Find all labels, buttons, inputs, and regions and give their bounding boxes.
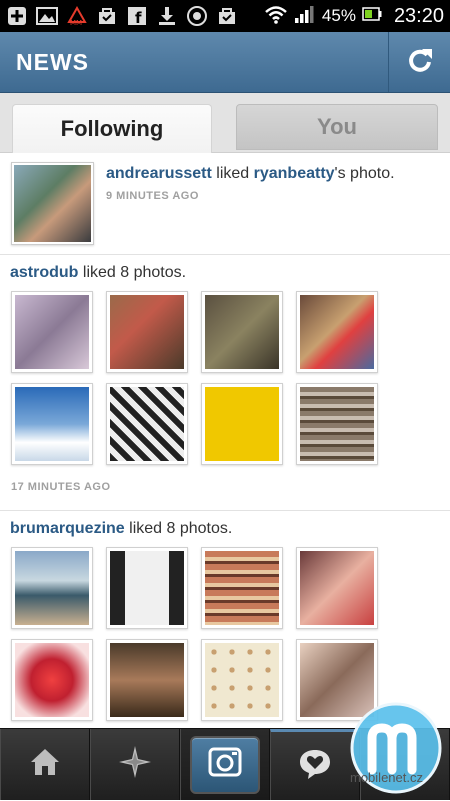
photo-thumbnail[interactable]	[11, 547, 93, 629]
timestamp: 9 MINUTES AGO	[106, 190, 199, 202]
feed-item: andrearussett liked ryanbeatty's photo. …	[0, 153, 450, 255]
explore-star-icon	[117, 744, 153, 785]
photo-thumbnail[interactable]	[106, 547, 188, 629]
add-notification-icon	[6, 5, 28, 27]
battery-icon	[362, 6, 382, 26]
refresh-icon	[405, 45, 435, 80]
photo-thumbnail[interactable]	[201, 291, 283, 373]
activity-text: astrodub liked 8 photos.	[0, 255, 450, 291]
nav-camera[interactable]	[180, 729, 270, 800]
refresh-button[interactable]	[388, 32, 450, 92]
photo-image	[205, 551, 279, 625]
photo-image	[205, 643, 279, 717]
photo-thumbnail[interactable]	[296, 291, 378, 373]
battery-percent: 45%	[321, 6, 356, 25]
image-notification-icon	[36, 5, 58, 27]
user-link[interactable]: astrodub	[10, 264, 78, 281]
photo-thumbnail[interactable]	[106, 639, 188, 721]
activity-suffix: 's photo.	[334, 165, 395, 182]
timestamp: 17 MINUTES AGO	[11, 481, 111, 493]
camera-icon	[208, 746, 242, 783]
svg-text:MM: MM	[70, 19, 82, 26]
photo-image	[110, 643, 184, 717]
activity-text: andrearussett liked ryanbeatty's photo.	[106, 164, 395, 184]
tab-you[interactable]: You	[236, 104, 438, 150]
photo-image	[110, 295, 184, 369]
photo-image	[300, 295, 374, 369]
activity-verb: liked 8 photos.	[124, 520, 233, 537]
gmail-notification-icon: MM	[66, 5, 88, 27]
photo-image	[15, 295, 89, 369]
photo-image	[110, 551, 184, 625]
feed-item: astrodub liked 8 photos. 17 MINUTES AGO	[0, 255, 450, 511]
status-bar: MM f 45% 23:20	[0, 0, 450, 32]
photo-thumbnail[interactable]	[11, 383, 93, 465]
user-link[interactable]: brumarquezine	[10, 520, 125, 537]
photo-image	[110, 387, 184, 461]
photo-thumbnail[interactable]	[11, 291, 93, 373]
app-header: NEWS	[0, 32, 450, 93]
photo-thumbnail[interactable]	[201, 639, 283, 721]
chrome-notification-icon	[186, 5, 208, 27]
facebook-notification-icon: f	[126, 5, 148, 27]
photo-thumbnail[interactable]	[11, 639, 93, 721]
svg-text:f: f	[135, 9, 142, 26]
home-icon	[29, 747, 61, 782]
target-user-link[interactable]: ryanbeatty	[254, 165, 335, 182]
activity-text: brumarquezine liked 8 photos.	[0, 511, 450, 547]
page-title: NEWS	[16, 49, 89, 75]
download-notification-icon	[156, 5, 178, 27]
tab-following[interactable]: Following	[12, 104, 212, 153]
photo-image	[15, 551, 89, 625]
user-link[interactable]: andrearussett	[106, 165, 212, 182]
activity-verb: liked	[211, 165, 254, 182]
signal-icon	[294, 4, 316, 29]
nav-home[interactable]	[0, 729, 90, 800]
nav-news[interactable]	[270, 729, 360, 800]
feed-item: brumarquezine liked 8 photos.	[0, 511, 450, 728]
photo-image	[205, 387, 279, 461]
photo-thumbnail[interactable]	[106, 383, 188, 465]
photo-thumbnail[interactable]	[296, 383, 378, 465]
photo-image	[15, 643, 89, 717]
news-tabs: Following You	[0, 93, 450, 153]
photo-image	[15, 387, 89, 461]
wifi-icon	[264, 4, 288, 29]
avatar[interactable]	[11, 162, 94, 245]
nav-explore[interactable]	[90, 729, 180, 800]
photo-image	[300, 551, 374, 625]
heart-bubble-icon	[298, 748, 332, 785]
avatar-photo	[14, 165, 91, 242]
photo-image	[300, 387, 374, 461]
photo-image	[205, 295, 279, 369]
camera-button[interactable]	[190, 735, 260, 794]
news-feed: andrearussett liked ryanbeatty's photo. …	[0, 153, 450, 728]
shopping-notification-icon	[96, 5, 118, 27]
clock: 23:20	[393, 4, 444, 27]
photo-thumbnail[interactable]	[296, 547, 378, 629]
watermark-text: mobilenet.cz	[350, 770, 423, 785]
photo-thumbnail[interactable]	[201, 383, 283, 465]
shopping-notification-icon-2	[216, 5, 238, 27]
photo-thumbnail[interactable]	[201, 547, 283, 629]
activity-verb: liked 8 photos.	[78, 264, 187, 281]
photo-grid	[0, 291, 450, 477]
photo-thumbnail[interactable]	[106, 291, 188, 373]
